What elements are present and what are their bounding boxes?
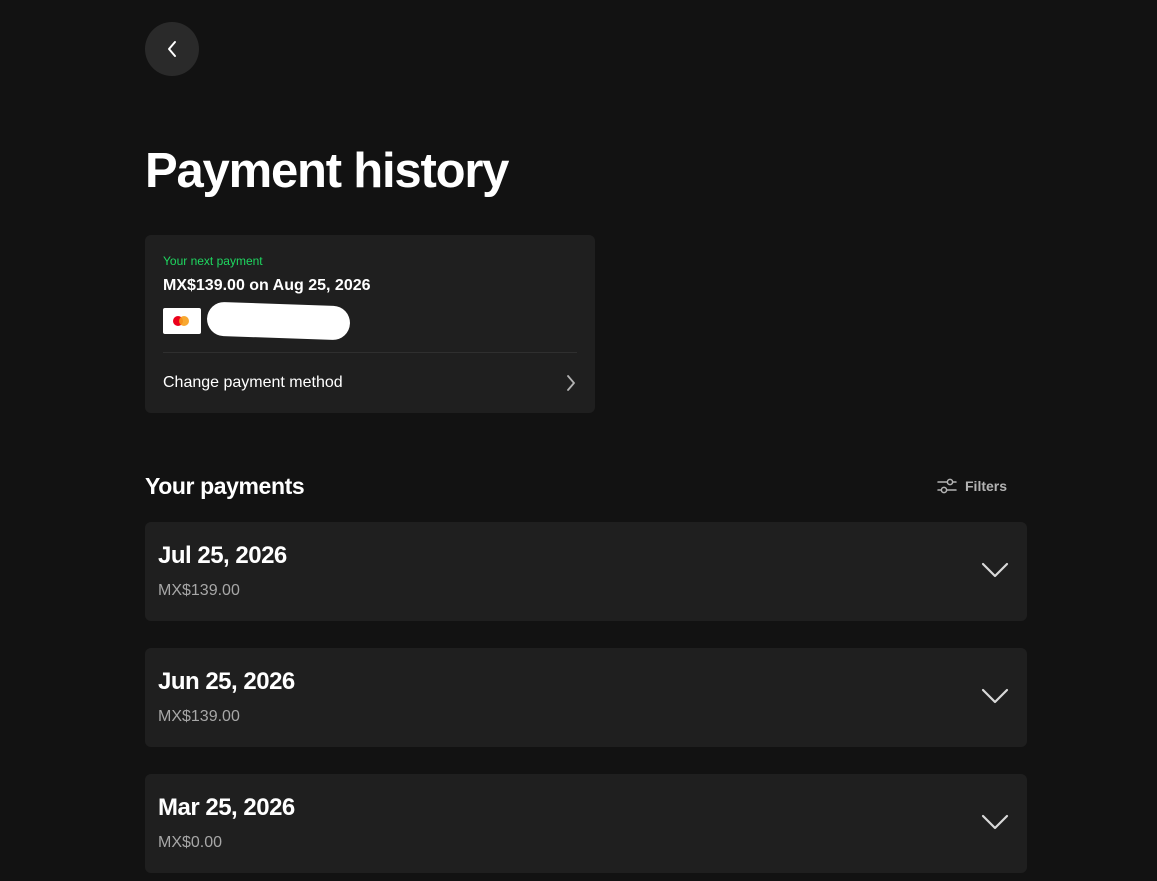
mastercard-icon: [163, 308, 201, 334]
payment-date: Mar 25, 2026: [158, 794, 295, 821]
next-payment-card: Your next payment MX$139.00 on Aug 25, 2…: [145, 235, 595, 413]
your-payments-title: Your payments: [145, 473, 305, 499]
filters-label: Filters: [965, 478, 1008, 494]
payment-date: Jun 25, 2026: [158, 668, 295, 695]
chevron-down-icon[interactable]: [980, 686, 1010, 706]
redacted-card-number: [206, 301, 351, 341]
filters-button[interactable]: Filters: [937, 474, 1007, 498]
payment-history-page: Payment history Your next payment MX$139…: [0, 0, 1157, 881]
payment-row[interactable]: Jun 25, 2026 MX$139.00: [145, 648, 1027, 747]
chevron-down-icon[interactable]: [980, 560, 1010, 580]
sliders-icon: [937, 478, 957, 494]
payment-amount: MX$139.00: [158, 708, 240, 725]
payment-row[interactable]: Jul 25, 2026 MX$139.00: [145, 522, 1027, 621]
next-payment-amount: MX$139.00 on Aug 25, 2026: [163, 277, 371, 294]
payment-amount: MX$0.00: [158, 834, 223, 851]
payment-row[interactable]: Mar 25, 2026 MX$0.00: [145, 774, 1027, 873]
chevron-left-icon: [168, 41, 176, 57]
payment-date: Jul 25, 2026: [158, 542, 287, 569]
page-title: Payment history: [145, 144, 509, 198]
next-payment-label: Your next payment: [163, 254, 263, 268]
chevron-right-icon: [567, 375, 575, 391]
payment-amount: MX$139.00: [158, 582, 240, 599]
change-payment-method-button[interactable]: Change payment method: [145, 353, 595, 413]
chevron-down-icon[interactable]: [980, 812, 1010, 832]
change-payment-method-label: Change payment method: [163, 374, 343, 391]
back-button[interactable]: [145, 22, 199, 76]
